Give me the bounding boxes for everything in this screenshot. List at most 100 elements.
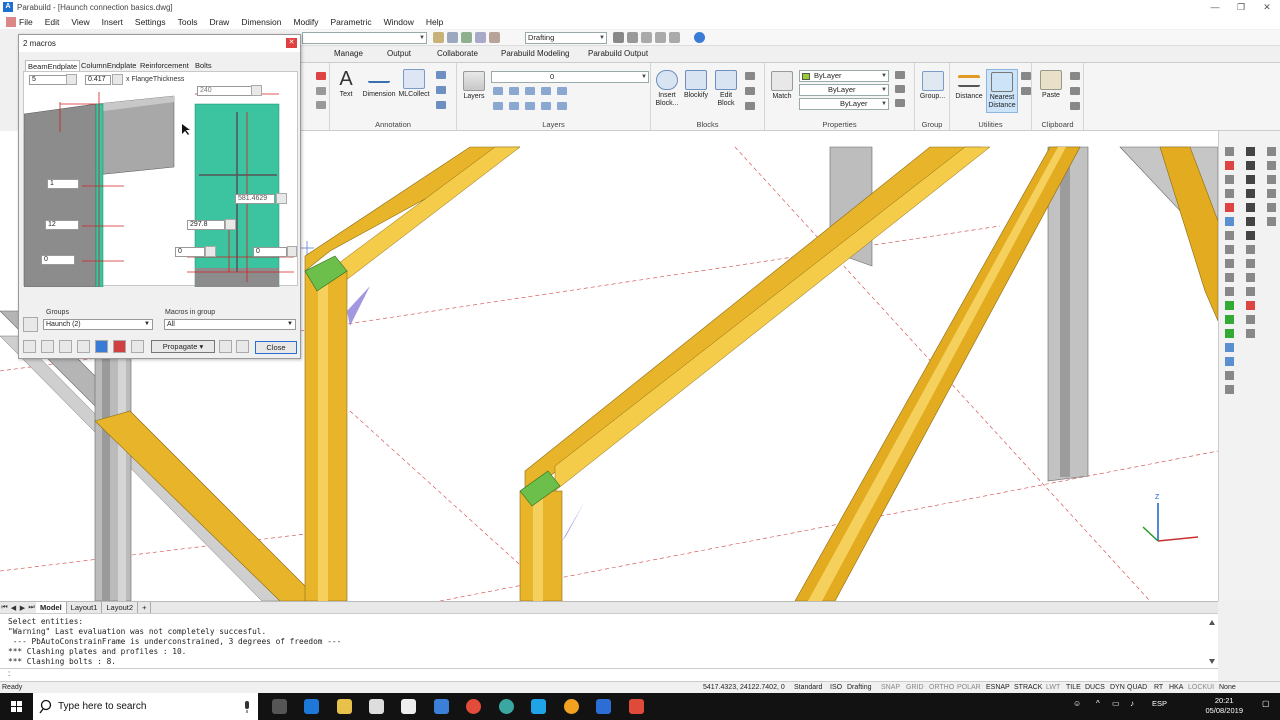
last-layout-icon[interactable]: ⏭	[27, 604, 36, 612]
factor-b-input[interactable]: 0.417	[85, 75, 111, 85]
match-props-icon[interactable]	[433, 32, 444, 43]
leader-icon[interactable]	[436, 86, 446, 94]
palette-tool-icon[interactable]	[1225, 287, 1234, 296]
macro-tool-icon[interactable]	[95, 340, 108, 353]
network-icon[interactable]: ▭	[1112, 699, 1120, 708]
print-icon[interactable]	[641, 32, 652, 43]
status-lockui[interactable]: LOCKUI	[1188, 684, 1214, 691]
table-icon[interactable]	[436, 71, 446, 79]
menu-dimension[interactable]: Dimension	[241, 17, 281, 27]
layer-tool-icon[interactable]	[493, 102, 503, 110]
block-tool-icon[interactable]	[745, 72, 755, 80]
palette-tool-icon[interactable]	[1267, 189, 1276, 198]
palette-tool-icon[interactable]	[1246, 245, 1255, 254]
palette-tool-icon[interactable]	[1225, 189, 1234, 198]
menu-window[interactable]: Window	[384, 17, 414, 27]
mid-dimension-input[interactable]: 297.8	[187, 220, 225, 230]
outlook-icon[interactable]	[434, 699, 449, 714]
store-icon[interactable]	[369, 699, 384, 714]
redo-icon[interactable]	[669, 32, 680, 43]
dimension-button[interactable]: Dimension	[362, 69, 396, 99]
i-beam-icon[interactable]	[1246, 147, 1255, 156]
property-tool-icon[interactable]	[895, 85, 905, 93]
mlcollect-button[interactable]: MLCollect	[398, 69, 430, 99]
menu-parametric[interactable]: Parametric	[331, 17, 372, 27]
field-5-input[interactable]: 0	[253, 247, 287, 257]
palette-tool-icon[interactable]	[1246, 231, 1255, 240]
status-grid[interactable]: GRID	[906, 684, 924, 691]
status-standard[interactable]: Standard	[794, 684, 822, 691]
task-view-icon[interactable]	[272, 699, 287, 714]
minimize-button[interactable]: —	[1202, 0, 1228, 14]
file-explorer-icon[interactable]	[337, 699, 352, 714]
table-view-icon[interactable]	[131, 340, 144, 353]
erase-icon[interactable]	[316, 72, 326, 80]
nearest-distance-button[interactable]: Nearest Distance	[986, 69, 1018, 113]
distance-button[interactable]: Distance	[953, 71, 985, 101]
palette-tool-icon[interactable]	[1225, 315, 1234, 324]
status-esnap[interactable]: ESNAP	[986, 684, 1010, 691]
layer-combo[interactable]: 0 ▼	[491, 71, 649, 83]
command-input[interactable]: :	[0, 668, 1218, 681]
lineweight-combo[interactable]: ByLayer ▼	[799, 98, 889, 110]
menu-insert[interactable]: Insert	[102, 17, 123, 27]
tab-column-endplate[interactable]: ColumnEndplate	[79, 60, 138, 71]
menu-help[interactable]: Help	[426, 17, 443, 27]
workspace-combo[interactable]: Drafting ▼	[525, 32, 607, 44]
status-rt[interactable]: RT	[1154, 684, 1163, 691]
copy-clip-icon[interactable]	[1070, 87, 1080, 95]
palette-tool-icon[interactable]	[1225, 161, 1234, 170]
status-annotation-none[interactable]: None	[1219, 684, 1236, 691]
status-dyn[interactable]: DYN	[1110, 684, 1125, 691]
undo-icon[interactable]	[655, 32, 666, 43]
layer-tool-icon[interactable]	[493, 87, 503, 95]
property-tool-icon[interactable]	[895, 71, 905, 79]
pick-icon[interactable]	[66, 74, 77, 85]
palette-tool-icon[interactable]	[1225, 357, 1234, 366]
status-ducs[interactable]: DUCS	[1085, 684, 1105, 691]
palette-tool-icon[interactable]	[1225, 147, 1234, 156]
parabuild-icon[interactable]	[596, 699, 611, 714]
menu-tools[interactable]: Tools	[178, 17, 198, 27]
pick-icon[interactable]	[225, 219, 236, 230]
macros-select[interactable]: All ▼	[164, 319, 296, 330]
palette-tool-icon[interactable]	[1267, 175, 1276, 184]
first-layout-icon[interactable]: ⏮	[0, 604, 9, 612]
utility-tool-icon[interactable]	[1021, 87, 1031, 95]
menu-draw[interactable]: Draw	[209, 17, 229, 27]
layer-tool-icon[interactable]	[557, 87, 567, 95]
layer-tool-icon[interactable]	[525, 87, 535, 95]
palette-tool-icon[interactable]	[1267, 203, 1276, 212]
color-combo[interactable]: ByLayer ▼	[799, 70, 889, 82]
tee-icon[interactable]	[1246, 189, 1255, 198]
group-tool-icon[interactable]	[23, 317, 38, 332]
dialog-title-bar[interactable]: 2 macros ✕	[19, 35, 300, 52]
edit-block-button[interactable]: Edit Block	[712, 70, 740, 108]
chamfer-icon[interactable]	[316, 101, 326, 109]
palette-tool-icon[interactable]	[1225, 301, 1234, 310]
macro-tool-icon[interactable]	[113, 340, 126, 353]
status-lwt[interactable]: LWT	[1046, 684, 1060, 691]
layer-tool-icon[interactable]	[525, 102, 535, 110]
add-layout-button[interactable]: +	[138, 602, 152, 613]
app-icon[interactable]	[629, 699, 644, 714]
pick-icon[interactable]	[251, 85, 262, 96]
text-button[interactable]: A Text	[333, 69, 359, 99]
next-layout-icon[interactable]: ▶	[18, 604, 27, 612]
copy-icon[interactable]	[447, 32, 458, 43]
pick-icon[interactable]	[205, 246, 216, 257]
field-1-input[interactable]: 1	[47, 179, 79, 189]
palette-tool-icon[interactable]	[1225, 329, 1234, 338]
pick-icon[interactable]	[112, 74, 123, 85]
help-icon[interactable]	[694, 32, 705, 43]
layer-tool-icon[interactable]	[541, 102, 551, 110]
blockify-button[interactable]: Blockify	[682, 70, 710, 100]
palette-tool-icon[interactable]	[1246, 203, 1255, 212]
status-tile[interactable]: TILE	[1066, 684, 1081, 691]
tab-model[interactable]: Model	[36, 602, 67, 613]
palette-tool-icon[interactable]	[1246, 329, 1255, 338]
status-hka[interactable]: HKA	[1169, 684, 1183, 691]
menu-file[interactable]: File	[19, 17, 33, 27]
fillet-icon[interactable]	[316, 87, 326, 95]
menu-edit[interactable]: Edit	[45, 17, 60, 27]
